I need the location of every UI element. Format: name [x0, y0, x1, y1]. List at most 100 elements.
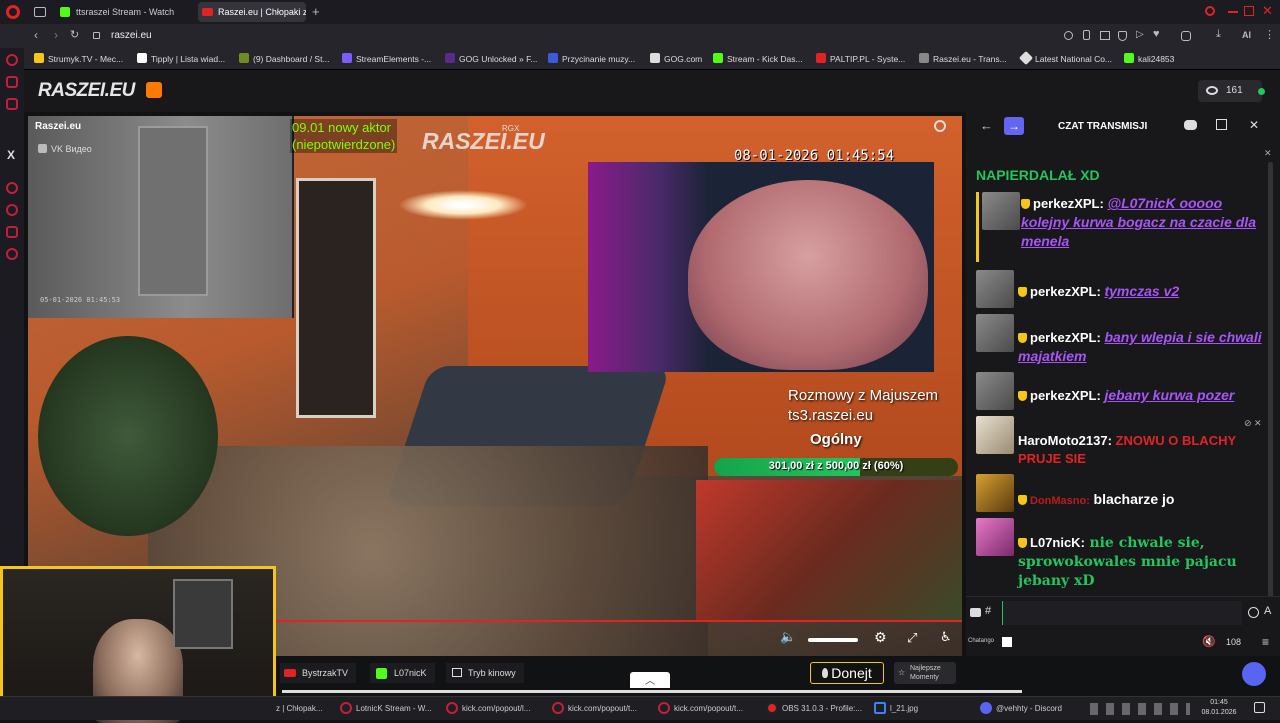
heart-icon[interactable]: ♥	[1153, 28, 1160, 40]
player-icon[interactable]	[6, 98, 18, 110]
apps-icon[interactable]	[6, 76, 18, 88]
snapshot-icon[interactable]	[1100, 31, 1110, 40]
horizontal-scrollbar[interactable]	[282, 690, 1022, 693]
chatango-label[interactable]: Chatango	[968, 638, 994, 644]
x-icon[interactable]: X	[7, 148, 15, 162]
clock-icon[interactable]	[6, 204, 18, 216]
opera-logo-icon[interactable]	[6, 5, 20, 19]
chat-username[interactable]: perkezXPL:	[1030, 284, 1101, 299]
bookmark-item[interactable]: StreamElements -...	[342, 51, 431, 67]
bookmark-item[interactable]: Przycinanie muzy...	[548, 51, 635, 67]
taskbar-item[interactable]: LotnicK Stream - W...	[340, 699, 432, 719]
youtube-icon	[202, 8, 213, 16]
url-field[interactable]: raszei.eu	[111, 30, 152, 41]
forward-icon[interactable]: ›	[54, 28, 58, 42]
notifications-icon[interactable]	[1254, 702, 1265, 713]
bookmark-item[interactable]: (9) Dashboard / St...	[239, 51, 330, 67]
bookmark-item[interactable]: Latest National Co...	[1018, 50, 1112, 67]
bookmark-item[interactable]: Tipply | Lista wiad...	[137, 51, 225, 67]
history-icon[interactable]	[6, 182, 18, 194]
bookmark-item[interactable]: Stream - Kick Das...	[713, 51, 803, 67]
settings-icon[interactable]	[6, 248, 18, 260]
cinema-mode-button[interactable]: Tryb kinowy	[446, 663, 524, 683]
progress-line[interactable]	[276, 620, 962, 622]
volume-slider[interactable]	[808, 638, 858, 642]
site-logo[interactable]: RASZEI.EU	[38, 80, 135, 102]
chatango-toggle[interactable]	[1002, 637, 1012, 647]
maximize-button[interactable]	[1244, 6, 1254, 16]
message-actions-icon[interactable]: ⊘ ✕	[1244, 418, 1262, 429]
emote-icon[interactable]	[1248, 607, 1259, 618]
chat-username[interactable]: perkezXPL:	[1030, 330, 1101, 345]
l07nick-button[interactable]: L07nicK	[370, 663, 435, 683]
fullscreen-icon[interactable]: ⤢	[907, 630, 917, 646]
chat-dismiss-icon[interactable]: ✕	[1264, 148, 1272, 159]
pin-icon[interactable]	[1083, 30, 1090, 40]
menu-icon[interactable]: ⋮	[1264, 28, 1275, 41]
chat-input[interactable]	[1002, 601, 1242, 625]
tab-overview-icon[interactable]	[34, 7, 46, 17]
donejt-button[interactable]: Donejt	[810, 662, 884, 684]
bookmark-item[interactable]: Strumyk.TV - Mec...	[34, 51, 123, 67]
popout-icon[interactable]	[1216, 119, 1227, 130]
download-sidebar-icon[interactable]	[6, 226, 18, 238]
chat-username[interactable]: perkezXPL:	[1033, 196, 1104, 211]
bookmark-item[interactable]: GOG Unlocked » F...	[445, 51, 537, 67]
tray-icons[interactable]	[1090, 703, 1190, 715]
bookmark-item[interactable]: Raszei.eu - Trans...	[919, 51, 1007, 67]
hashtag-label[interactable]: #	[985, 605, 991, 617]
tab-raszei[interactable]: Raszei.eu | Chłopaki z	[198, 2, 306, 22]
settings-gear-icon[interactable]: ⚙	[874, 629, 887, 646]
download-icon[interactable]: ⤓	[1216, 28, 1221, 41]
taskbar-item[interactable]: kick.com/popout/t...	[658, 699, 743, 719]
bookmark-item[interactable]: GOG.com	[650, 51, 702, 67]
shield-icon[interactable]	[1118, 31, 1127, 41]
bookmark-item[interactable]: PALTIP.PL - Syste...	[816, 51, 905, 67]
chat-forward-button[interactable]: →	[1004, 117, 1024, 135]
discord-float-button[interactable]	[1242, 662, 1266, 686]
discord-icon[interactable]	[1184, 120, 1197, 130]
donation-goal-text: 301,00 zł z 500,00 zł (60%)	[768, 460, 904, 472]
vk-video-label[interactable]: VK Видео	[38, 144, 92, 154]
bookmark-item[interactable]: kali24853	[1124, 51, 1174, 67]
messenger-icon[interactable]	[6, 54, 18, 66]
reload-icon[interactable]: ↻	[70, 28, 79, 41]
chat-username[interactable]: perkezXPL:	[1030, 388, 1101, 403]
chat-back-button[interactable]: ←	[980, 118, 993, 133]
copy-link-icon[interactable]	[934, 120, 946, 132]
taskbar-item[interactable]: kick.com/popout/l...	[446, 699, 530, 719]
mute-icon[interactable]: 🔇	[1202, 635, 1216, 648]
chat-menu-icon[interactable]: ≡	[1262, 635, 1269, 649]
new-tab-button[interactable]: +	[312, 4, 320, 19]
zoom-icon[interactable]	[1064, 31, 1073, 40]
camera-icon[interactable]	[970, 608, 981, 617]
taskbar-item[interactable]: @vehhty - Discord	[980, 699, 1062, 719]
close-window-button[interactable]: ✕	[1262, 3, 1273, 19]
taskbar-item[interactable]: kick.com/popout/t...	[552, 699, 637, 719]
back-icon[interactable]: ‹	[34, 28, 38, 42]
accessibility-icon[interactable]: ♿	[940, 629, 952, 645]
minimize-button[interactable]	[1228, 11, 1238, 13]
najlepsze-momenty-button[interactable]: ☆ Najlepsze Momenty	[894, 662, 956, 684]
clock[interactable]: 01:45 08.01.2026	[1198, 698, 1240, 718]
search-icon[interactable]	[1205, 6, 1215, 16]
volume-icon[interactable]: 🔈	[780, 629, 796, 645]
taskbar-item[interactable]: z | Chłopak...	[276, 699, 323, 719]
font-icon[interactable]: A	[1264, 605, 1271, 617]
chat-username[interactable]: DonMasno:	[1030, 495, 1090, 507]
ai-button[interactable]: AI	[1242, 30, 1251, 40]
chat-scrollbar[interactable]	[1268, 162, 1273, 602]
chat-close-button[interactable]: ✕	[1249, 118, 1259, 132]
taskbar-item[interactable]: OBS 31.0.3 - Profile:...	[766, 699, 862, 719]
chat-username[interactable]: L07nicK:	[1030, 535, 1085, 550]
chat-message: DonMasno: blacharze jo	[976, 474, 1266, 514]
channel-name[interactable]: Raszei.eu	[35, 121, 81, 132]
play-icon[interactable]: ▷	[1136, 29, 1144, 40]
extensions-icon[interactable]	[1181, 31, 1191, 41]
taskbar-item[interactable]: l_21.jpg	[874, 699, 918, 719]
logo-badge-icon[interactable]	[146, 82, 162, 98]
bystrzak-button[interactable]: BystrzakTV	[280, 663, 357, 683]
scroll-up-button[interactable]: ︿	[630, 672, 670, 688]
chat-username[interactable]: HaroMoto2137:	[1018, 433, 1112, 448]
tab-kick-stream[interactable]: ttsraszei Stream - Watch l	[56, 2, 174, 22]
